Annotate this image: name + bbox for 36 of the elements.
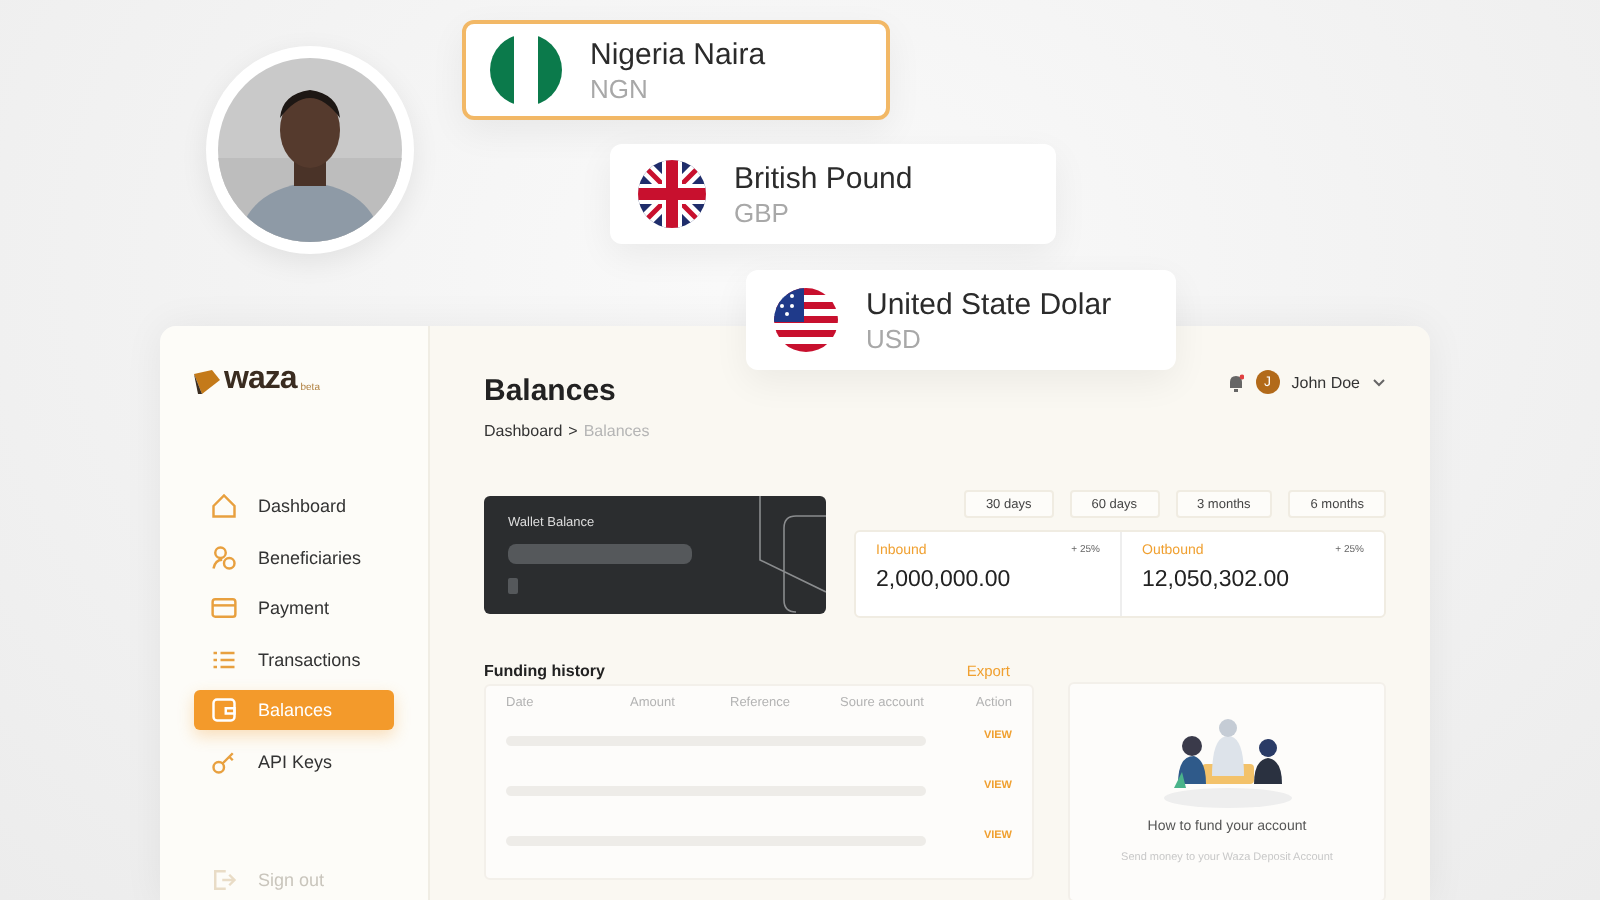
section-title: Funding history [484,661,605,679]
skeleton-bar [508,578,518,594]
logo-text: waza [224,366,297,394]
nav-item[interactable]: Transactions [194,639,394,679]
nav-item[interactable]: Dashboard [194,486,394,526]
nav-item[interactable]: API Keys [194,741,394,781]
wallet-icon [210,696,238,724]
stat-value: 2,000,000.00 [876,568,1013,592]
sign-out-icon [210,866,238,894]
page-title: Balances [484,374,618,408]
us-flag-icon [774,288,838,352]
user-name[interactable]: John Doe [1291,373,1360,391]
currency-card[interactable]: United State Dolar USD [746,270,1176,370]
bell-icon[interactable] [1227,373,1244,391]
people-icon [210,543,238,571]
breadcrumb-item: Balances [583,422,650,440]
chevron-down-icon[interactable] [1372,377,1386,387]
card-icon [210,594,238,622]
home-icon [210,492,238,520]
nigeria-flag-icon [490,34,562,106]
breadcrumb-item[interactable]: Dashboard [484,422,563,440]
currency-name: British Pound [734,161,913,195]
nav-item[interactable]: Beneficiaries [194,537,394,577]
currency-name: Nigeria Naira [590,37,766,71]
currency-card[interactable]: Nigeria Naira NGN [462,20,890,120]
uk-flag-icon [638,160,706,228]
currency-code: NGN [590,73,650,103]
nav-item[interactable]: Payment [194,588,394,628]
key-icon [210,747,238,775]
currency-code: USD [866,323,923,353]
logo-icon [194,370,220,394]
currency-card[interactable]: British Pound GBP [610,144,1056,244]
stat-value: 12,050,302.00 [1142,568,1292,592]
currency-code: GBP [734,197,791,227]
currency-name: United State Dolar [866,287,1112,321]
breadcrumb-separator: > [568,422,578,440]
